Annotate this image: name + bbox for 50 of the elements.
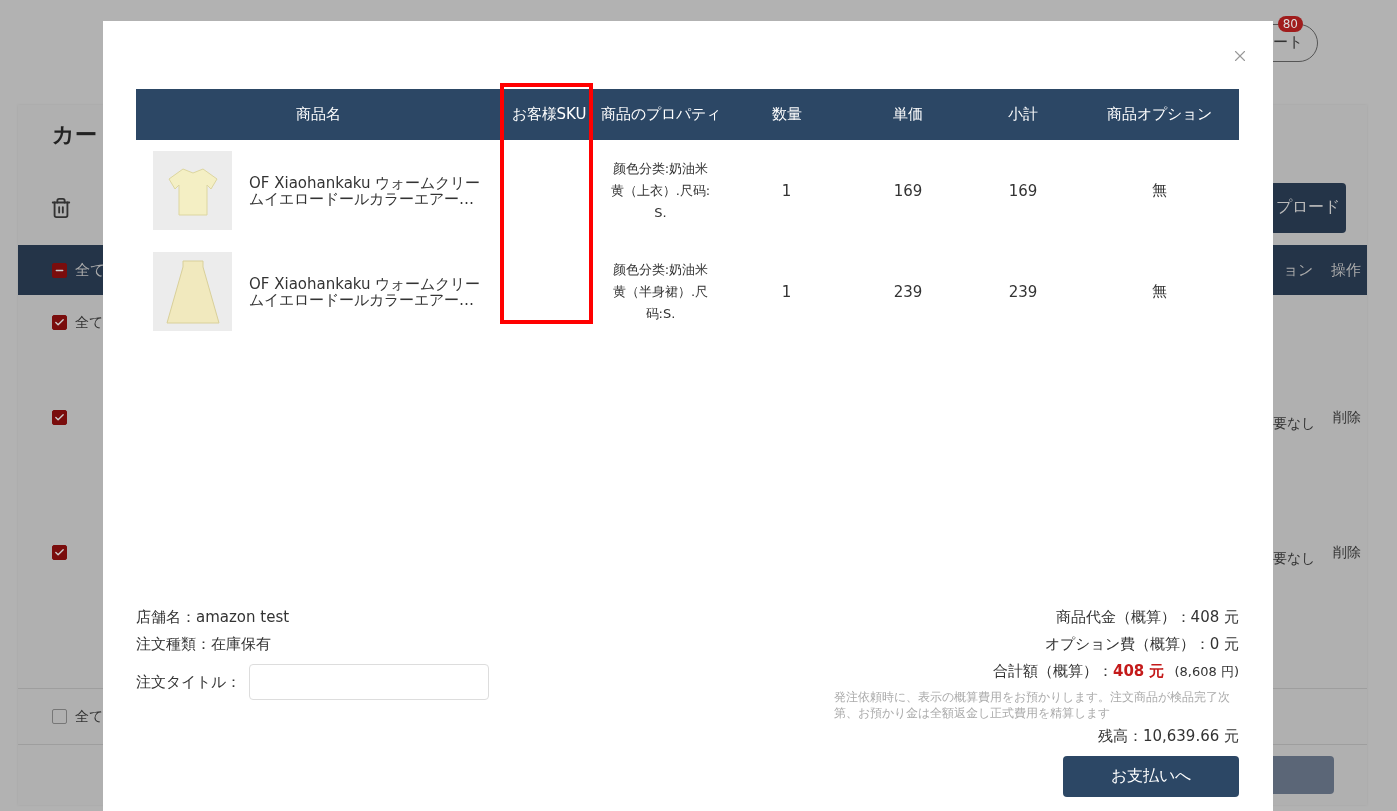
subtotal-cell-text: 169 — [1007, 181, 1039, 200]
order-title-field[interactable] — [249, 664, 489, 700]
column-header: 数量 — [771, 105, 802, 124]
checkbox[interactable] — [52, 410, 67, 425]
page-title: カー — [52, 122, 97, 147]
notice-text: 発注依頼時に、表示の概算費用をお預かりします。注文商品が検品完了次第、お預かり金は全額返金し正式費用を精算します — [834, 689, 1231, 721]
column-header: 小計 — [1008, 105, 1038, 124]
option-cell-text: 無 — [1151, 282, 1168, 301]
quantity-cell-text: 1 — [780, 181, 793, 200]
delete-link[interactable]: 削除 — [1333, 408, 1361, 427]
column-header: ョン — [1283, 260, 1313, 280]
shop-name: 店舗名：amazon test — [136, 607, 291, 628]
product-name[interactable]: OF Xiaohankaku ウォームクリームイエロードールカラーエアー… — [249, 174, 494, 207]
status-text: 要なし — [1273, 549, 1315, 568]
delete-icon[interactable] — [50, 196, 72, 219]
field-label: 注文タイトル： — [136, 671, 241, 693]
subtotal-cell-text: 239 — [1007, 282, 1039, 301]
goods-total: 商品代金（概算）：408 元 — [1055, 607, 1239, 628]
unit-price-cell-text: 169 — [892, 181, 924, 200]
select-all-label: 全て — [75, 313, 103, 332]
balance-text: 残高：10,639.66 元 — [1097, 726, 1239, 747]
column-header: お客様SKU — [511, 105, 587, 124]
select-all-label: 全て — [75, 260, 105, 280]
checkbox[interactable] — [52, 545, 67, 560]
status-text: 要なし — [1273, 414, 1315, 433]
product-properties: 颜色分类:奶油米黄（上衣）.尺码:S. — [609, 159, 712, 222]
checkbox[interactable] — [52, 262, 67, 278]
pay-button[interactable]: お支払いへ — [1063, 756, 1239, 797]
column-header: 単価 — [893, 105, 923, 124]
order-type: 注文種類：在庫保有 — [136, 634, 272, 655]
product-name[interactable]: OF Xiaohankaku ウォームクリームイエロードールカラーエアー… — [249, 275, 494, 308]
check-icon — [54, 412, 65, 423]
option-fee: オプション費（概算）：0 元 — [1044, 634, 1239, 655]
delete-link[interactable]: 削除 — [1333, 543, 1361, 562]
unit-price-cell-text: 239 — [892, 282, 924, 301]
product-properties: 颜色分类:奶油米黄（半身裙）.尺码:S. — [611, 260, 710, 323]
check-icon — [54, 547, 65, 558]
column-header: 操作 — [1331, 260, 1361, 280]
grand-total: 合計額（概算）：408 元 (8,608 円) — [992, 661, 1239, 682]
count-badge: 80 — [1277, 15, 1303, 32]
quantity-cell-text: 1 — [780, 282, 793, 301]
checkbox[interactable] — [52, 709, 67, 724]
checkbox[interactable] — [52, 315, 67, 330]
upload-button[interactable]: プロード — [1270, 182, 1346, 233]
check-icon — [54, 317, 65, 328]
select-all-label: 全て — [75, 707, 103, 726]
column-header: 商品オプション — [1107, 105, 1212, 124]
option-cell-text: 無 — [1151, 181, 1168, 200]
column-header: 商品のプロパティ — [600, 105, 721, 124]
column-header: 商品名 — [295, 105, 341, 124]
